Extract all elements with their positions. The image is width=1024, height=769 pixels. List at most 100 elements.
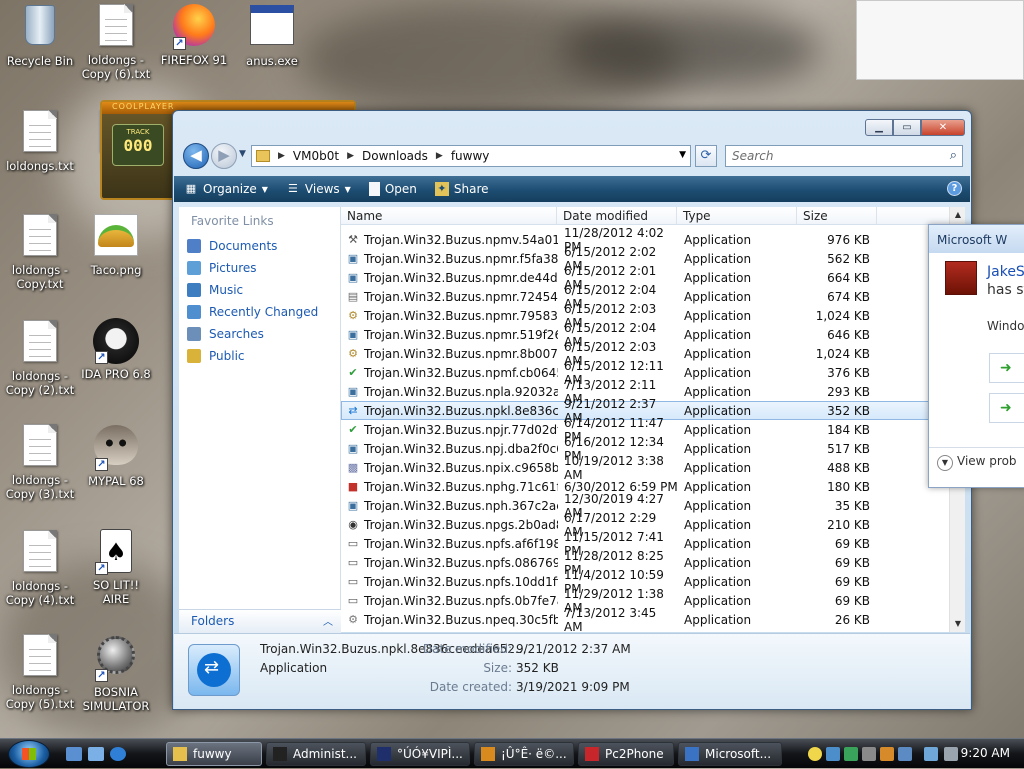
search-icon[interactable]: ⌕: [950, 148, 957, 163]
desktop-icon[interactable]: ↗ MYPAL 68: [78, 422, 154, 488]
clock[interactable]: 9:20 AM: [961, 746, 1010, 760]
favorite-link-label: Recently Changed: [209, 305, 319, 319]
help-icon[interactable]: ?: [947, 181, 962, 196]
forward-button[interactable]: ▶: [211, 143, 237, 169]
tray-app-icon[interactable]: [880, 747, 894, 761]
open-button[interactable]: Open: [368, 182, 417, 196]
background-window[interactable]: [856, 0, 1024, 80]
image-file-icon: [93, 214, 139, 260]
scroll-down-icon[interactable]: ▼: [950, 616, 965, 632]
explorer-window[interactable]: ▁ ▭ ✕ ◀ ▶ ▼ ▶ VM0b0t ▶ Downloads ▶ fuwwy…: [172, 110, 972, 710]
taskbar-button[interactable]: fuwwy: [166, 742, 262, 766]
desktop-icon-label: loldongs.txt: [6, 159, 74, 173]
file-row[interactable]: ⚙ Trojan.Win32.Buzus.npeq.30c5fb8... 7/13/…: [341, 606, 949, 633]
column-size[interactable]: Size: [797, 207, 877, 224]
breadcrumb-user[interactable]: VM0b0t: [293, 149, 339, 163]
gear-icon: ⚙: [348, 612, 358, 626]
organize-button[interactable]: ▦ Organize ▼: [184, 182, 268, 196]
desktop-icon[interactable]: loldongs - Copy (6).txt: [78, 2, 154, 81]
search-input[interactable]: Search ⌕: [725, 145, 963, 167]
desktop-icon[interactable]: ♠ ↗ SO LIT!! AIRE: [78, 528, 154, 606]
favorite-link[interactable]: Music: [179, 279, 340, 301]
network-icon[interactable]: [924, 747, 938, 761]
refresh-button[interactable]: ⟳: [695, 145, 717, 167]
file-type: Application: [684, 479, 752, 494]
taskbar-button[interactable]: Administ...: [266, 742, 366, 766]
close-button[interactable]: ✕: [921, 119, 965, 136]
desktop-icon-label: anus.exe: [246, 54, 298, 68]
ida-pro-icon: ↗: [93, 318, 139, 364]
breadcrumb-downloads[interactable]: Downloads: [362, 149, 428, 163]
view-problem-details-toggle[interactable]: ▼ View prob: [929, 447, 1024, 477]
favorite-link[interactable]: Documents: [179, 235, 340, 257]
file-name-cell: ■ Trojan.Win32.Buzus.nphg.71c61f4...: [342, 480, 558, 494]
favorite-link[interactable]: Searches: [179, 323, 340, 345]
file-size: 1,024 KB: [815, 346, 870, 361]
file-size: 69 KB: [834, 574, 870, 589]
breadcrumb-fuwwy[interactable]: fuwwy: [451, 149, 490, 163]
address-dropdown-icon[interactable]: ▼: [679, 150, 686, 160]
internet-explorer-icon[interactable]: [110, 747, 126, 761]
address-bar[interactable]: ▶ VM0b0t ▶ Downloads ▶ fuwwy ▼: [251, 145, 691, 167]
back-button[interactable]: ◀: [183, 143, 209, 169]
desktop-icon[interactable]: ↗ IDA PRO 6.8: [78, 318, 154, 381]
tray-app-icon[interactable]: [844, 747, 858, 761]
column-name[interactable]: Name: [341, 207, 557, 224]
blank-window-icon: ▭: [347, 555, 359, 569]
track-label: TRACK: [126, 128, 150, 136]
firefox-icon: ↗: [171, 4, 217, 50]
public-icon: [187, 349, 201, 363]
show-desktop-icon[interactable]: [66, 747, 82, 761]
coolplayer-track-display: TRACK 000: [112, 124, 164, 166]
desktop-icon[interactable]: loldongs - Copy (5).txt: [2, 632, 78, 711]
favorite-link[interactable]: Recently Changed: [179, 301, 340, 323]
window-icon: ▣: [347, 251, 359, 265]
music-icon: [187, 283, 201, 297]
taskbar-button[interactable]: Microsoft...: [678, 742, 782, 766]
share-button[interactable]: ✦ Share: [434, 182, 489, 196]
desktop-icon[interactable]: loldongs - Copy (4).txt: [2, 528, 78, 607]
tray-app-icon[interactable]: [826, 747, 840, 761]
switch-windows-icon[interactable]: [88, 747, 104, 761]
desktop-icon[interactable]: loldongs - Copy.txt: [2, 212, 78, 291]
column-date-modified[interactable]: Date modified: [557, 207, 677, 224]
views-icon: ☰: [287, 182, 298, 195]
desktop-icon[interactable]: ↗ FIREFOX 91: [156, 2, 232, 67]
favorite-link[interactable]: Public: [179, 345, 340, 367]
start-button[interactable]: [8, 740, 50, 768]
scroll-up-icon[interactable]: ▲: [950, 207, 965, 223]
desktop-icon[interactable]: Taco.png: [78, 212, 154, 277]
app-icon: ▤: [347, 289, 359, 303]
volume-icon[interactable]: [944, 747, 958, 761]
views-button[interactable]: ☰ Views ▼: [286, 182, 351, 196]
green-arrow-icon: ➜: [1000, 360, 1012, 376]
tray-app-icon[interactable]: [898, 747, 912, 761]
taskbar-button[interactable]: ¡Û°Ê· ë©...: [474, 742, 574, 766]
maximize-button[interactable]: ▭: [893, 119, 921, 136]
taskbar-button[interactable]: Pc2Phone: [578, 742, 674, 766]
tray-app-icon[interactable]: [862, 747, 876, 761]
desktop-icon[interactable]: Recycle Bin: [2, 2, 78, 68]
desktop-icon-label: SO LIT!! AIRE: [92, 578, 140, 606]
column-type[interactable]: Type: [677, 207, 797, 224]
taskbar-button[interactable]: °ÚÓ¥VIPÌ...: [370, 742, 470, 766]
problem-report-window[interactable]: Microsoft W JakeS has st Windo ➜ ➜ ▼ View…: [928, 224, 1024, 488]
desktop-icon[interactable]: ↗ BOSNIA SIMULATOR: [78, 632, 154, 713]
breadcrumb-separator-icon[interactable]: ▶: [347, 151, 354, 161]
option-button-2[interactable]: ➜: [989, 393, 1024, 423]
desktop-icon[interactable]: loldongs - Copy (2).txt: [2, 318, 78, 397]
minimize-button[interactable]: ▁: [865, 119, 893, 136]
smiley-icon[interactable]: [808, 747, 822, 761]
breadcrumb: ▶ VM0b0t ▶ Downloads ▶ fuwwy: [278, 149, 489, 163]
recent-pages-dropdown[interactable]: ▼: [239, 149, 246, 159]
folders-toggle[interactable]: Folders ︿: [179, 609, 341, 633]
file-row[interactable]: ▩ Trojan.Win32.Buzus.npix.c9658b6... 10/19…: [341, 454, 949, 482]
breadcrumb-separator-icon[interactable]: ▶: [436, 151, 443, 161]
favorite-link[interactable]: Pictures: [179, 257, 340, 279]
breadcrumb-separator-icon[interactable]: ▶: [278, 151, 285, 161]
desktop-icon[interactable]: anus.exe: [234, 2, 310, 68]
blank-window-icon: ▭: [347, 574, 359, 588]
desktop-icon[interactable]: loldongs.txt: [2, 108, 78, 173]
option-button-1[interactable]: ➜: [989, 353, 1024, 383]
desktop-icon[interactable]: loldongs - Copy (3).txt: [2, 422, 78, 501]
